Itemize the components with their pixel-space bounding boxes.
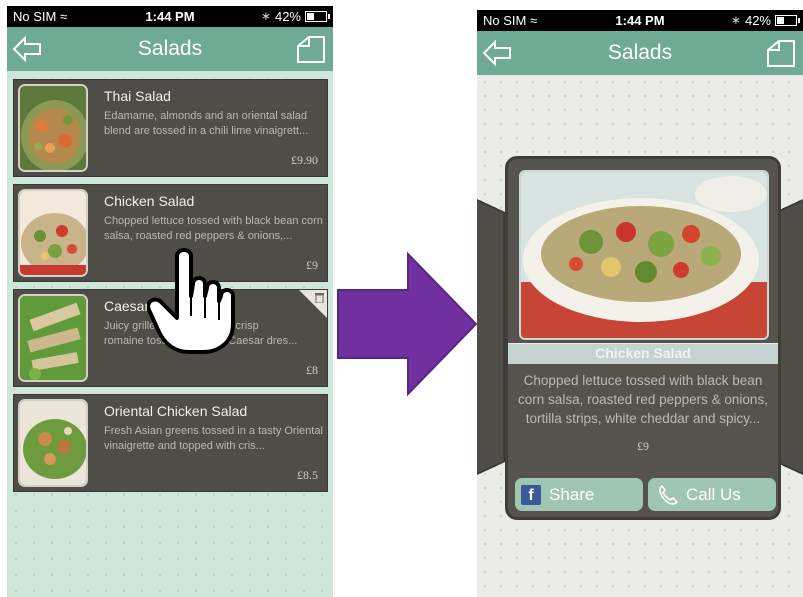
page-title: Salads	[607, 41, 673, 64]
share-label: Share	[549, 485, 595, 504]
status-bar: No SIM ≈ 1:44 PM ∗ 42%	[7, 6, 333, 27]
thai-salad-thumbnail	[18, 84, 88, 172]
nav-bar: Salads	[7, 27, 333, 71]
item-price: £8	[306, 363, 318, 377]
salad-image	[20, 401, 86, 485]
item-description: Edamame, almonds and an oriental salad b…	[104, 110, 309, 137]
detail-card: Chicken Salad Chopped lettuce tossed wit…	[505, 156, 781, 520]
list-screen: No SIM ≈ 1:44 PM ∗ 42% Salads Thai Salad…	[7, 6, 333, 597]
detail-description: Chopped lettuce tossed with black bean c…	[518, 373, 768, 426]
list-item-thai-salad[interactable]: Thai Salad Edamame, almonds and an orien…	[13, 79, 328, 177]
trash-icon[interactable]	[315, 293, 324, 303]
battery-status: ∗ 42%	[260, 6, 330, 27]
chicken-salad-photo	[519, 170, 769, 340]
item-name: Oriental Chicken Salad	[104, 403, 248, 419]
previous-card[interactable]	[477, 197, 505, 477]
call-us-button[interactable]: Call Us	[648, 478, 776, 511]
bluetooth-icon: ∗	[730, 13, 741, 27]
transition-arrow-icon	[337, 252, 478, 396]
home-icon[interactable]	[295, 34, 327, 64]
battery-icon	[305, 11, 330, 22]
hand-pointer-icon	[147, 248, 235, 354]
caesar-thumbnail	[18, 294, 88, 382]
item-name: Chicken Salad	[104, 193, 195, 209]
detail-price: £9	[637, 439, 649, 453]
share-button[interactable]: f Share	[515, 478, 643, 511]
item-name: Caesar	[104, 298, 150, 314]
nav-bar: Salads	[477, 31, 803, 75]
salad-image	[20, 86, 86, 170]
battery-percent: 42%	[274, 9, 301, 24]
battery-status: ∗ 42%	[730, 10, 800, 31]
detail-title: Chicken Salad	[595, 345, 691, 361]
item-name: Thai Salad	[104, 88, 171, 104]
item-price: £9.90	[291, 153, 318, 167]
list-item-oriental-chicken-salad[interactable]: Oriental Chicken Salad Fresh Asian green…	[13, 394, 328, 492]
battery-icon	[775, 15, 800, 26]
status-bar: No SIM ≈ 1:44 PM ∗ 42%	[477, 10, 803, 31]
detail-screen: No SIM ≈ 1:44 PM ∗ 42% Salads Chicken Sa…	[477, 10, 803, 597]
item-description: Fresh Asian greens tossed in a tasty Ori…	[104, 425, 323, 452]
salad-image	[20, 191, 86, 275]
item-price: £8.5	[297, 468, 318, 482]
phone-icon	[659, 484, 679, 505]
salad-image	[521, 172, 767, 338]
item-description: Chopped lettuce tossed with black bean c…	[104, 215, 323, 242]
battery-percent: 42%	[744, 13, 771, 28]
salad-image	[20, 296, 86, 380]
oriental-salad-thumbnail	[18, 399, 88, 487]
item-price: £9	[306, 258, 318, 272]
call-label: Call Us	[686, 485, 741, 504]
facebook-icon: f	[521, 484, 541, 505]
bluetooth-icon: ∗	[260, 9, 271, 23]
home-icon[interactable]	[765, 38, 797, 68]
page-title: Salads	[137, 37, 203, 60]
chicken-salad-thumbnail	[18, 189, 88, 277]
